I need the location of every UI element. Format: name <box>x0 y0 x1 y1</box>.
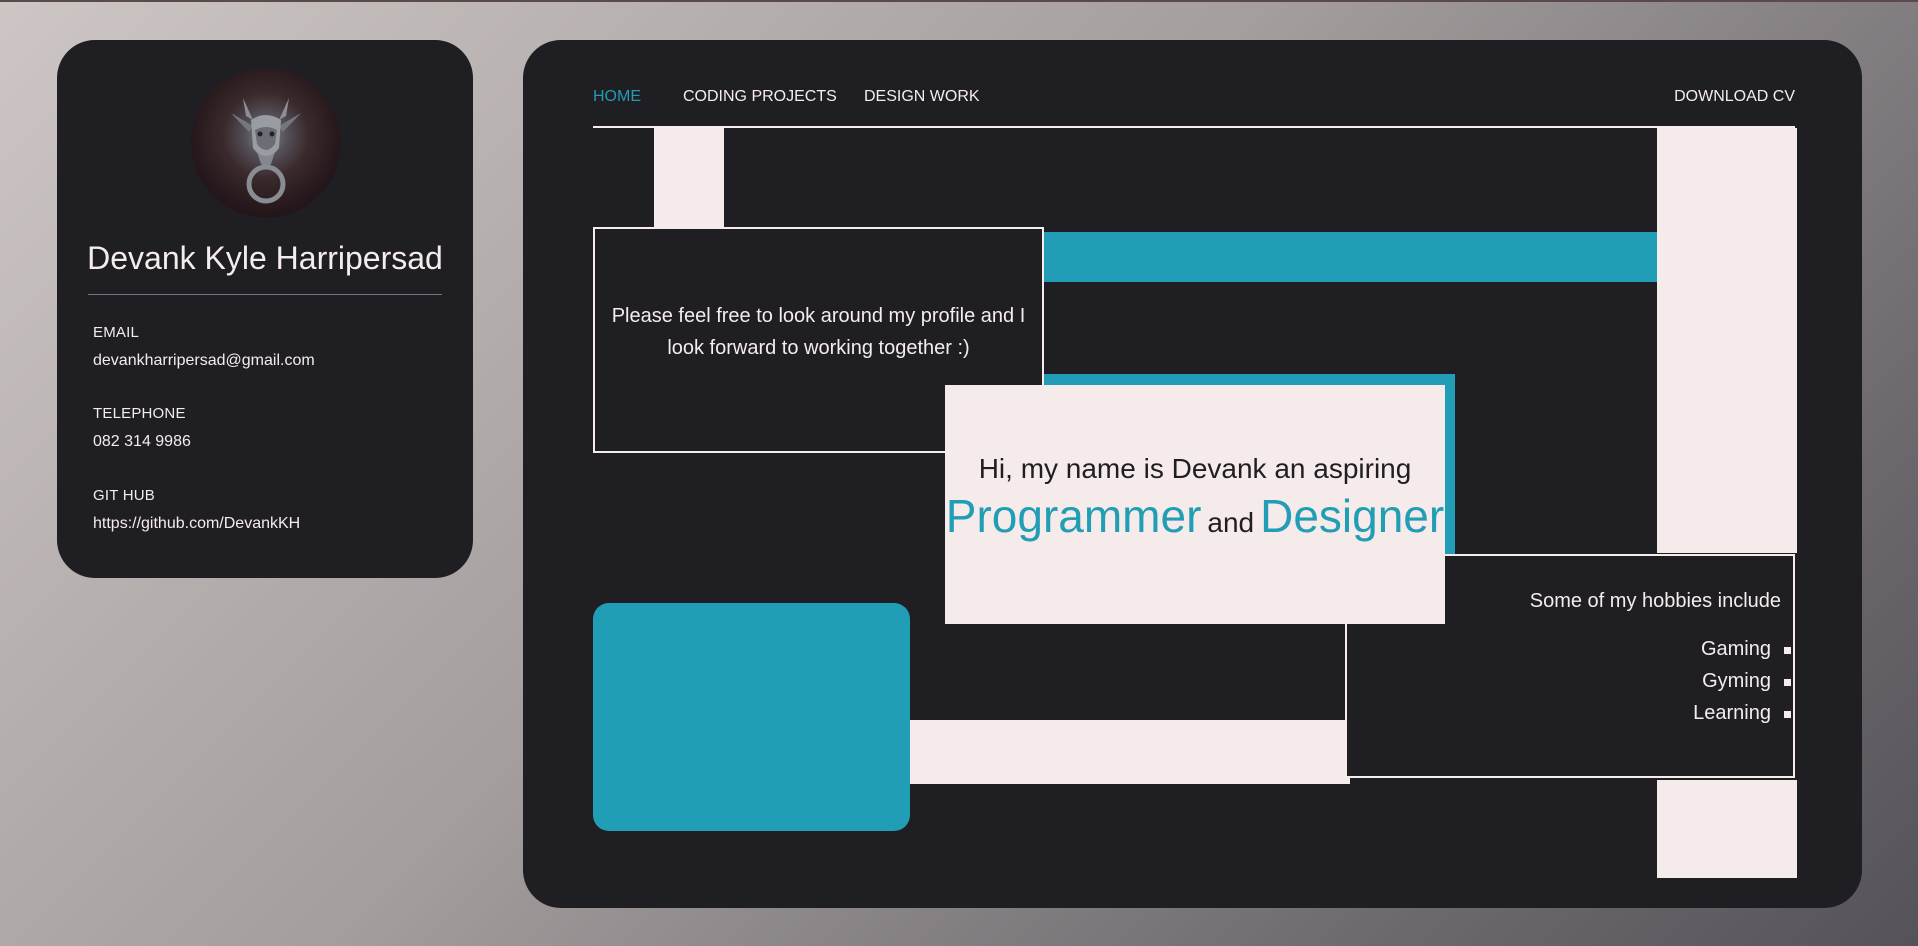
download-cv-link[interactable]: DOWNLOAD CV <box>1674 88 1795 106</box>
decor-block-top-left <box>654 128 724 228</box>
telephone-value[interactable]: 082 314 9986 <box>93 433 191 451</box>
hobby-item-gaming: Gaming <box>1700 638 1792 660</box>
decor-column-right-top <box>1657 128 1797 553</box>
email-value[interactable]: devankharripersad@gmail.com <box>93 352 315 370</box>
role-designer: Designer <box>1260 490 1445 542</box>
decor-bar-bottom <box>910 720 1350 784</box>
window-top-border <box>0 0 1918 2</box>
decor-teal-bar <box>1044 232 1657 282</box>
nav-design-work[interactable]: DESIGN WORK <box>864 88 980 106</box>
hobby-item-gyming: Gyming <box>1702 670 1791 692</box>
profile-divider <box>88 294 442 295</box>
email-label: EMAIL <box>93 324 140 341</box>
telephone-label: TELEPHONE <box>93 405 186 422</box>
profile-card: Devank Kyle Harripersad EMAIL devankharr… <box>57 40 473 578</box>
github-label: GIT HUB <box>93 487 155 504</box>
decor-teal-block <box>593 603 910 831</box>
role-programmer: Programmer <box>945 490 1202 542</box>
nav-underline <box>593 126 1795 128</box>
hero-card: Hi, my name is Devank an aspiring Progra… <box>945 385 1445 624</box>
hero-greeting: Hi, my name is Devank an aspiring <box>978 453 1412 484</box>
profile-name: Devank Kyle Harripersad <box>87 240 443 276</box>
dragon-door-knocker-icon <box>191 68 341 218</box>
hobby-item-learning: Learning <box>1693 702 1791 724</box>
main-panel: HOME CODING PROJECTS DESIGN WORK DOWNLOA… <box>523 40 1862 908</box>
hobbies-title: Some of my hobbies include <box>1529 590 1781 612</box>
welcome-message: Please feel free to look around my profi… <box>611 305 1026 359</box>
role-conjunction: and <box>1207 507 1255 538</box>
nav-coding-projects[interactable]: CODING PROJECTS <box>683 88 837 106</box>
github-link[interactable]: https://github.com/DevankKH <box>93 515 300 533</box>
nav-home[interactable]: HOME <box>593 88 641 106</box>
decor-column-right-bottom <box>1657 780 1797 878</box>
hero-roles: Programmer and Designer <box>945 489 1445 543</box>
